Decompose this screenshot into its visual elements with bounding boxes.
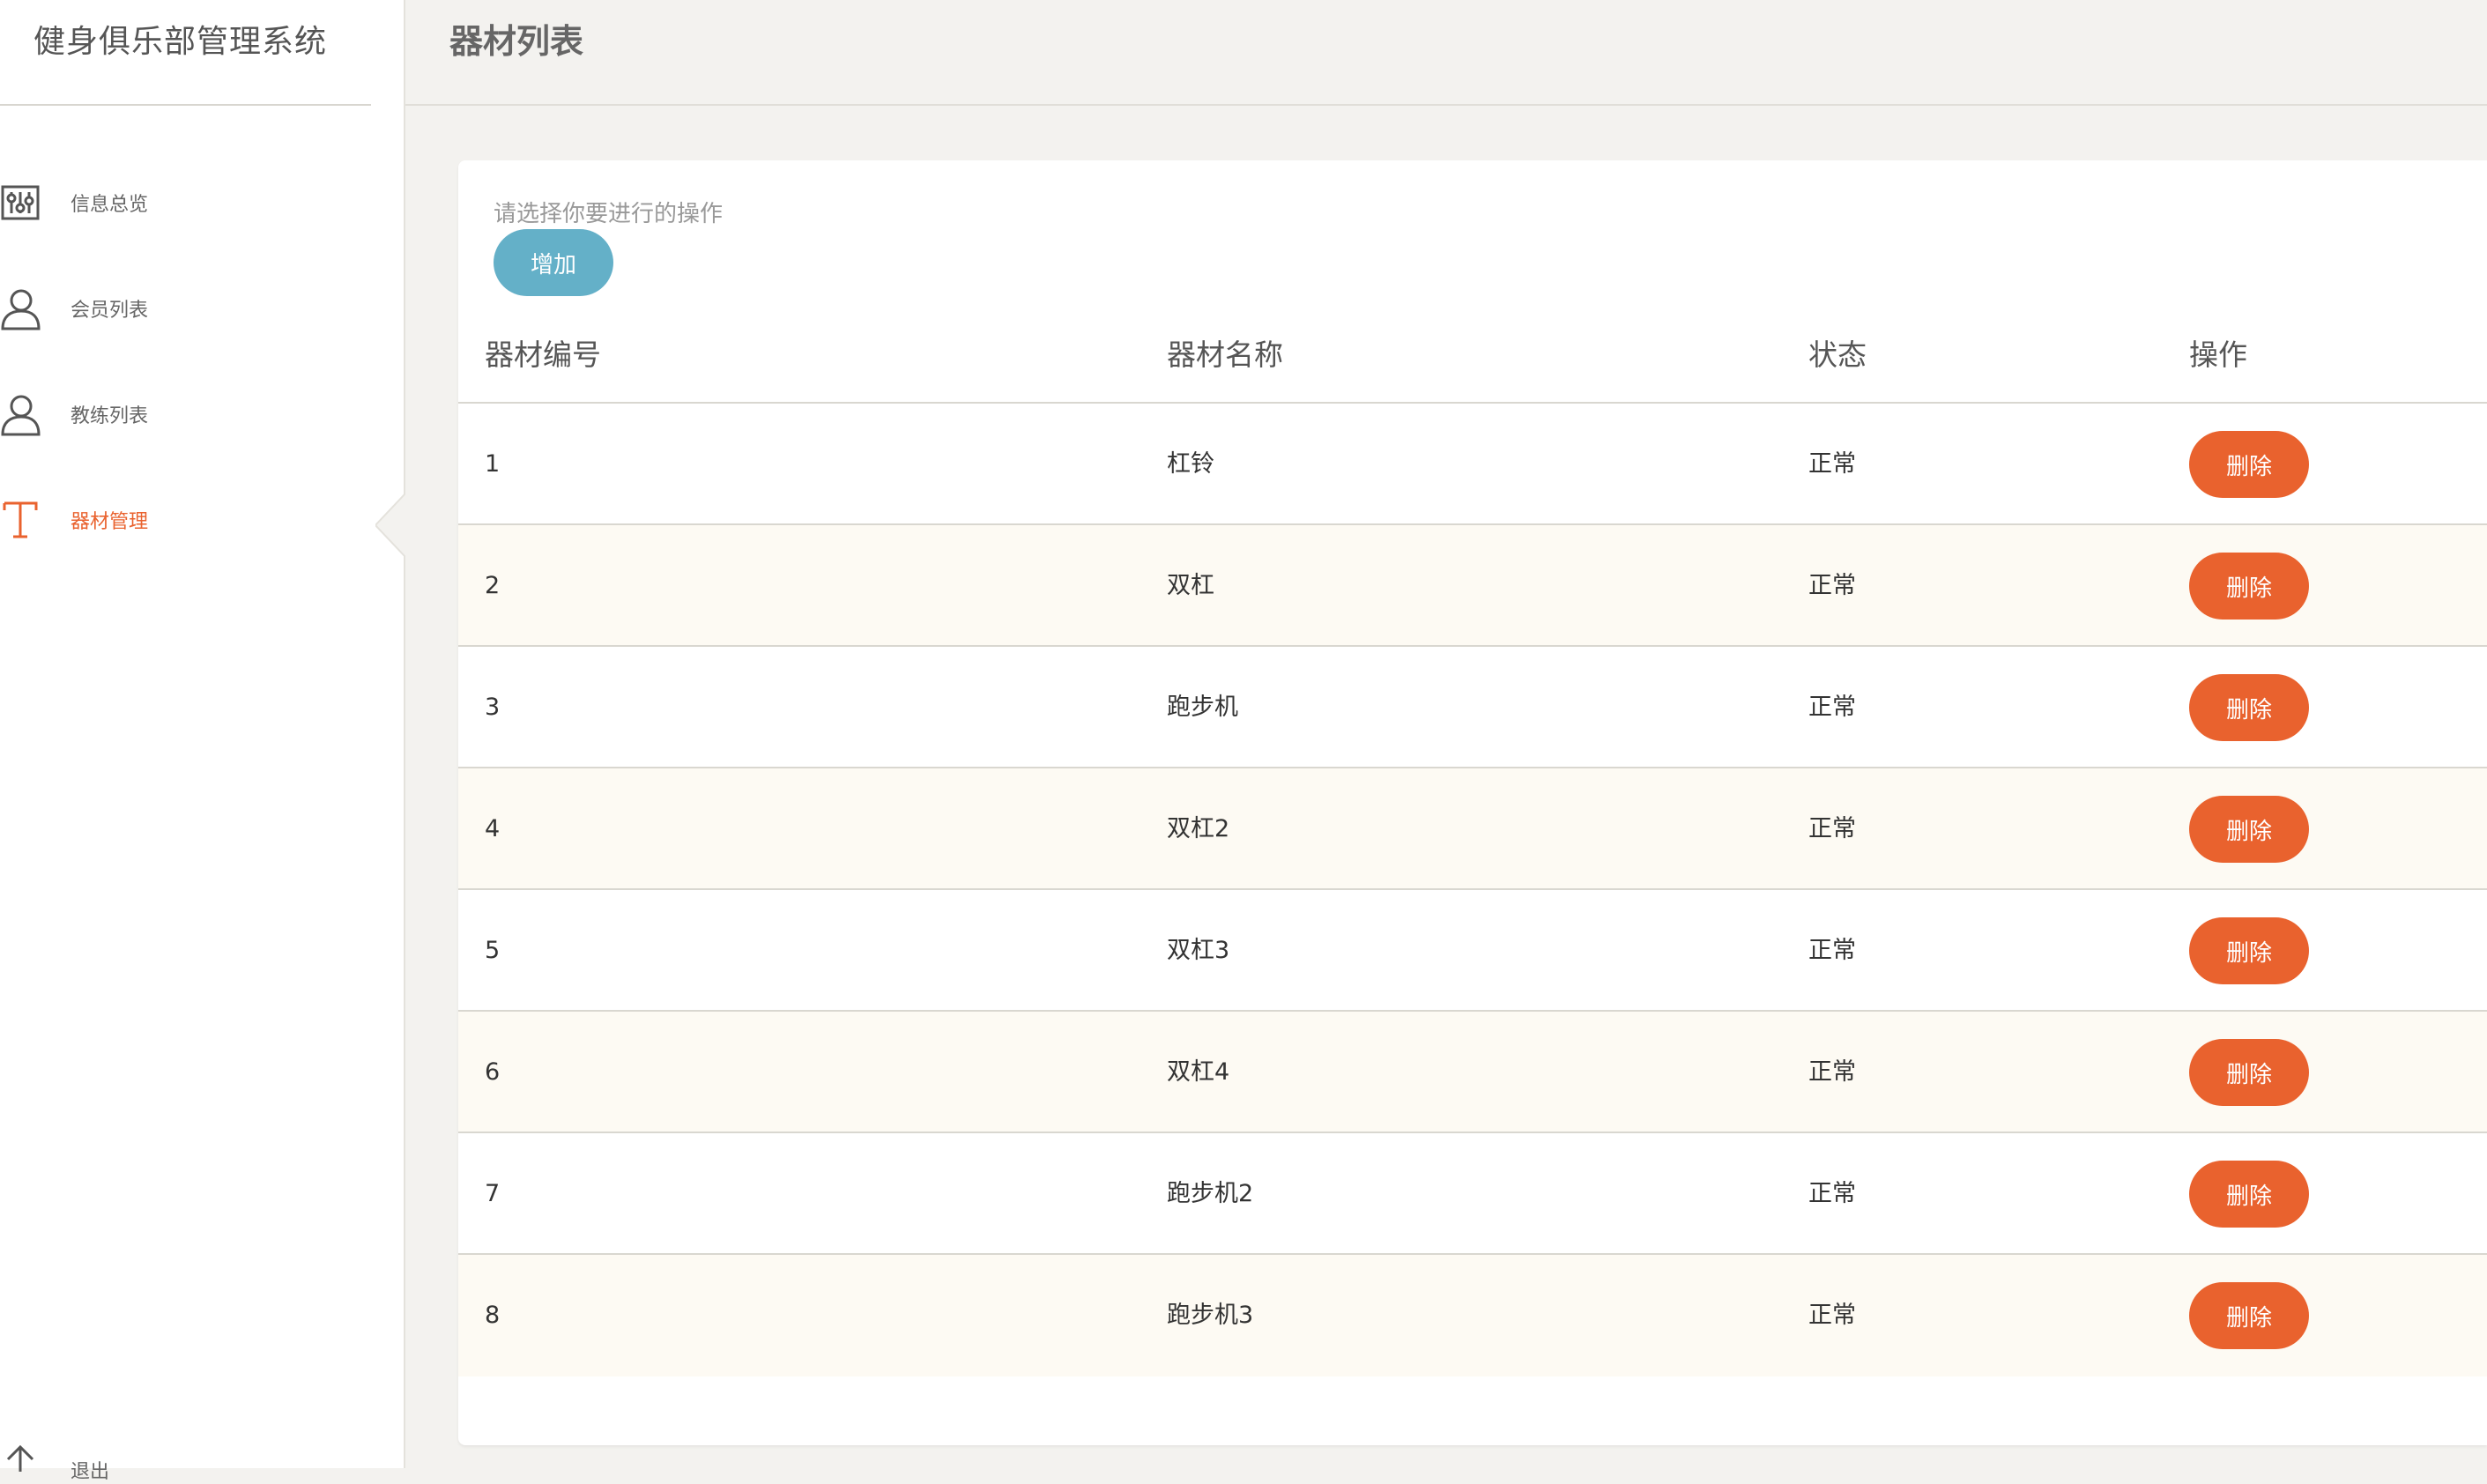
equipment-status: 正常 bbox=[1808, 1302, 1856, 1329]
equipment-status: 正常 bbox=[1808, 937, 1856, 964]
brand-divider bbox=[0, 104, 371, 106]
text-t-icon bbox=[0, 496, 41, 544]
delete-button[interactable]: 删除 bbox=[2189, 796, 2309, 863]
logout-label: 退出 bbox=[71, 1461, 110, 1483]
equipment-name: 双杠3 bbox=[1167, 937, 1230, 964]
equipment-status: 正常 bbox=[1808, 1180, 1856, 1207]
sidebar-item-label: 教练列表 bbox=[71, 405, 149, 427]
page-header: 器材列表 bbox=[405, 0, 2487, 106]
upload-arrow-icon bbox=[0, 1438, 41, 1473]
equipment-id: 4 bbox=[485, 815, 501, 842]
equipment-id: 8 bbox=[485, 1302, 501, 1329]
equipment-status: 正常 bbox=[1808, 450, 1856, 478]
equipment-status: 正常 bbox=[1808, 1058, 1856, 1086]
column-header: 器材名称 bbox=[1167, 338, 1283, 372]
equipment-id: 2 bbox=[485, 572, 501, 599]
delete-button[interactable]: 删除 bbox=[2189, 1282, 2309, 1349]
equipment-id: 1 bbox=[485, 450, 501, 478]
equipment-id: 3 bbox=[485, 694, 501, 721]
equipment-name: 双杠 bbox=[1167, 572, 1214, 599]
column-header: 状态 bbox=[1808, 338, 1867, 372]
sidebar: 健身俱乐部管理系统 信息总览 会员列表 教练列表 器材管理 退出 bbox=[0, 0, 405, 1483]
page-title: 器材列表 bbox=[449, 22, 584, 61]
sidebar-item-overview[interactable]: 信息总览 bbox=[0, 171, 388, 234]
equipment-id: 5 bbox=[485, 937, 501, 964]
equipment-panel: 请选择你要进行的操作 增加 器材编号 器材名称 状态 操作 1 杠铃 正常 删除… bbox=[458, 160, 2487, 1445]
equipment-name: 跑步机3 bbox=[1167, 1302, 1254, 1329]
delete-button[interactable]: 删除 bbox=[2189, 1161, 2309, 1228]
sidebar-item-label: 会员列表 bbox=[71, 300, 149, 322]
equipment-name: 杠铃 bbox=[1167, 450, 1214, 478]
table-row: 5 双杠3 正常 删除 bbox=[458, 890, 2487, 1012]
table-row: 3 跑步机 正常 删除 bbox=[458, 647, 2487, 768]
delete-button[interactable]: 删除 bbox=[2189, 431, 2309, 498]
table-row: 7 跑步机2 正常 删除 bbox=[458, 1133, 2487, 1255]
operation-hint: 请选择你要进行的操作 bbox=[494, 201, 724, 227]
sidebar-item-coaches[interactable]: 教练列表 bbox=[0, 382, 388, 446]
equipment-name: 双杠4 bbox=[1167, 1058, 1230, 1086]
add-button[interactable]: 增加 bbox=[494, 229, 613, 296]
table-row: 8 跑步机3 正常 删除 bbox=[458, 1255, 2487, 1376]
delete-button[interactable]: 删除 bbox=[2189, 1039, 2309, 1106]
equipment-status: 正常 bbox=[1808, 815, 1856, 842]
column-header: 操作 bbox=[2189, 338, 2247, 372]
equipment-name: 跑步机2 bbox=[1167, 1180, 1254, 1207]
equipment-id: 7 bbox=[485, 1180, 501, 1207]
sliders-icon bbox=[0, 179, 41, 226]
app-title: 健身俱乐部管理系统 bbox=[33, 24, 328, 60]
sidebar-item-label: 信息总览 bbox=[71, 194, 149, 216]
equipment-status: 正常 bbox=[1808, 572, 1856, 599]
equipment-status: 正常 bbox=[1808, 694, 1856, 721]
delete-button[interactable]: 删除 bbox=[2189, 553, 2309, 620]
delete-button[interactable]: 删除 bbox=[2189, 674, 2309, 741]
sidebar-item-label: 器材管理 bbox=[71, 511, 149, 533]
equipment-id: 6 bbox=[485, 1058, 501, 1086]
equipment-name: 双杠2 bbox=[1167, 815, 1230, 842]
equipment-name: 跑步机 bbox=[1167, 694, 1238, 721]
table-row: 2 双杠 正常 删除 bbox=[458, 525, 2487, 647]
delete-button[interactable]: 删除 bbox=[2189, 917, 2309, 984]
user-icon bbox=[0, 285, 41, 332]
table-row: 1 杠铃 正常 删除 bbox=[458, 404, 2487, 525]
user-icon bbox=[0, 390, 41, 438]
column-header: 器材编号 bbox=[485, 338, 601, 372]
table-row: 6 双杠4 正常 删除 bbox=[458, 1012, 2487, 1133]
sidebar-item-members[interactable]: 会员列表 bbox=[0, 277, 388, 340]
active-indicator bbox=[375, 493, 419, 557]
logout-button[interactable]: 退出 bbox=[0, 1438, 264, 1483]
sidebar-item-equipment[interactable]: 器材管理 bbox=[0, 488, 388, 552]
equipment-table: 器材编号 器材名称 状态 操作 1 杠铃 正常 删除 2 双杠 正常 删除 3 … bbox=[458, 333, 2487, 1376]
table-row: 4 双杠2 正常 删除 bbox=[458, 768, 2487, 890]
table-header: 器材编号 器材名称 状态 操作 bbox=[458, 333, 2487, 404]
